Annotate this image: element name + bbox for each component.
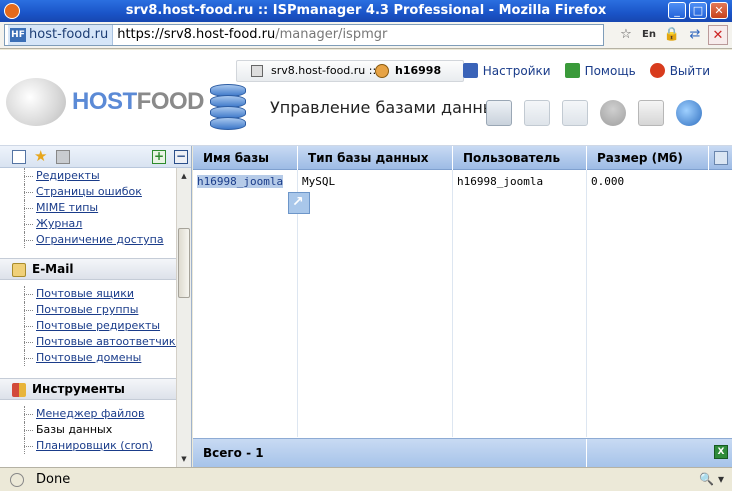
scroll-thumb[interactable]	[178, 228, 190, 298]
open-link-icon[interactable]	[288, 192, 310, 214]
sidebar-item-error-pages[interactable]: Страницы ошибок	[4, 184, 175, 200]
footer-divider	[586, 439, 587, 467]
column-divider	[586, 170, 587, 437]
sidebar-menu: Редиректы Страницы ошибок MIME типы Журн…	[0, 168, 183, 454]
reload-icon[interactable]: ⇄	[685, 25, 705, 45]
sidebar: ★ + − Редиректы Страницы ошибок MIME тип…	[0, 146, 192, 467]
sidebar-item-mime-types[interactable]: MIME типы	[4, 200, 175, 216]
favorites-star-icon[interactable]: ★	[34, 149, 48, 164]
help-link[interactable]: Помощь	[564, 63, 636, 78]
exit-link[interactable]: Выйти	[649, 63, 710, 78]
help-icon	[564, 63, 580, 78]
url-scheme: https://	[117, 27, 164, 42]
sidebar-item-mail-groups[interactable]: Почтовые группы	[4, 302, 175, 318]
settings-icon	[462, 63, 478, 78]
sidebar-header: ★ + −	[0, 146, 191, 168]
maximize-icon[interactable]: □	[689, 2, 707, 19]
backup-icon[interactable]	[638, 100, 664, 126]
export-excel-icon[interactable]: X	[714, 445, 728, 459]
column-header-user[interactable]: Пользователь	[453, 146, 587, 170]
top-links: Настройки Помощь Выйти	[462, 63, 710, 78]
user-name: h16998	[395, 64, 442, 77]
sidebar-item-access-restriction[interactable]: Ограничение доступа	[4, 232, 175, 248]
column-header-db-type[interactable]: Тип базы данных	[298, 146, 453, 170]
tools-icon	[12, 383, 26, 397]
cell-db-name[interactable]: h16998_joomla	[193, 174, 284, 190]
scroll-up-icon[interactable]: ▲	[178, 170, 190, 182]
table-row[interactable]: h16998_joomla MySQL h16998_joomla 0.000	[193, 174, 732, 190]
database-list: Имя базы Тип базы данных Пользователь Ра…	[193, 146, 732, 467]
url-host: srv8.host-food.ru	[163, 27, 276, 42]
close-icon[interactable]: ✕	[710, 2, 728, 19]
status-text: Done	[36, 472, 71, 487]
page-title: Управление базами данных	[270, 98, 505, 117]
expand-all-icon[interactable]: +	[152, 150, 166, 164]
power-icon	[649, 63, 665, 78]
sidebar-item-cron[interactable]: Планировщик (cron)	[4, 438, 175, 454]
site-favicon-icon: HF	[10, 28, 26, 42]
url-field[interactable]: HF host-food.ru https://srv8.host-food.ru/…	[4, 24, 604, 46]
url-path: /manager/ispmgr	[275, 27, 388, 42]
sidebar-group-email[interactable]: E-Mail	[0, 258, 177, 280]
sidebar-item-log[interactable]: Журнал	[4, 216, 175, 232]
sidebar-scrollbar[interactable]: ▲ ▼	[176, 168, 191, 467]
zoom-icon[interactable]: 🔍 ▾	[699, 472, 724, 486]
web-interface-icon[interactable]	[676, 100, 702, 126]
sidebar-item-mailboxes[interactable]: Почтовые ящики	[4, 286, 175, 302]
table-header: Имя базы Тип базы данных Пользователь Ра…	[193, 146, 732, 170]
sidebar-item-file-manager[interactable]: Менеджер файлов	[4, 406, 175, 422]
column-divider	[452, 170, 453, 437]
edit-database-icon[interactable]	[524, 100, 550, 126]
lock-icon[interactable]: 🔒	[662, 25, 682, 45]
table-settings-icon[interactable]	[714, 151, 728, 165]
site-identity-button[interactable]: HF host-food.ru	[8, 25, 114, 45]
user-strip: srv8.host-food.ru :: h16998	[236, 60, 464, 82]
briefcase-icon[interactable]	[56, 150, 70, 164]
window-titlebar: srv8.host-food.ru :: ISPmanager 4.3 Prof…	[0, 0, 732, 22]
sidebar-item-redirects[interactable]: Редиректы	[4, 168, 175, 184]
cell-size: 0.000	[591, 175, 625, 188]
collapse-all-icon[interactable]: −	[174, 150, 188, 164]
bookmark-star-icon[interactable]: ☆	[616, 25, 636, 45]
mail-icon	[12, 263, 26, 277]
list-view-icon[interactable]	[12, 150, 26, 164]
cell-db-type: MySQL	[302, 175, 336, 188]
logo: HOSTFOOD	[72, 88, 205, 115]
navigation-bar: HF host-food.ru https://srv8.host-food.ru/…	[0, 22, 732, 49]
toolbar	[486, 100, 702, 126]
table-footer: Всего - 1 X	[193, 438, 732, 467]
column-header-db-name[interactable]: Имя базы	[193, 146, 298, 170]
window-title: srv8.host-food.ru :: ISPmanager 4.3 Prof…	[125, 3, 607, 18]
users-icon[interactable]	[600, 100, 626, 126]
sidebar-item-mail-domains[interactable]: Почтовые домены	[4, 350, 175, 366]
status-icon	[10, 473, 24, 487]
stop-icon[interactable]: ✕	[708, 25, 728, 45]
total-count: Всего - 1	[203, 446, 264, 460]
server-icon	[251, 65, 263, 77]
sidebar-item-autoresponders[interactable]: Почтовые автоответчики	[4, 334, 183, 350]
ime-indicator[interactable]: En	[639, 25, 659, 45]
scroll-down-icon[interactable]: ▼	[178, 453, 190, 465]
logo-disc-icon	[6, 78, 66, 126]
status-bar: Done 🔍 ▾	[0, 467, 732, 491]
database-icon	[210, 84, 246, 130]
cell-user: h16998_joomla	[457, 175, 544, 188]
sidebar-item-databases[interactable]: Базы данных	[4, 422, 175, 438]
user-icon	[375, 64, 389, 78]
delete-database-icon[interactable]	[562, 100, 588, 126]
sidebar-item-mail-redirects[interactable]: Почтовые редиректы	[4, 318, 175, 334]
sidebar-group-tools[interactable]: Инструменты	[0, 378, 177, 400]
minimize-icon[interactable]: _	[668, 2, 686, 19]
server-name: srv8.host-food.ru ::	[271, 64, 377, 77]
column-header-size[interactable]: Размер (Мб)	[587, 146, 709, 170]
settings-link[interactable]: Настройки	[462, 63, 551, 78]
add-database-icon[interactable]	[486, 100, 512, 126]
